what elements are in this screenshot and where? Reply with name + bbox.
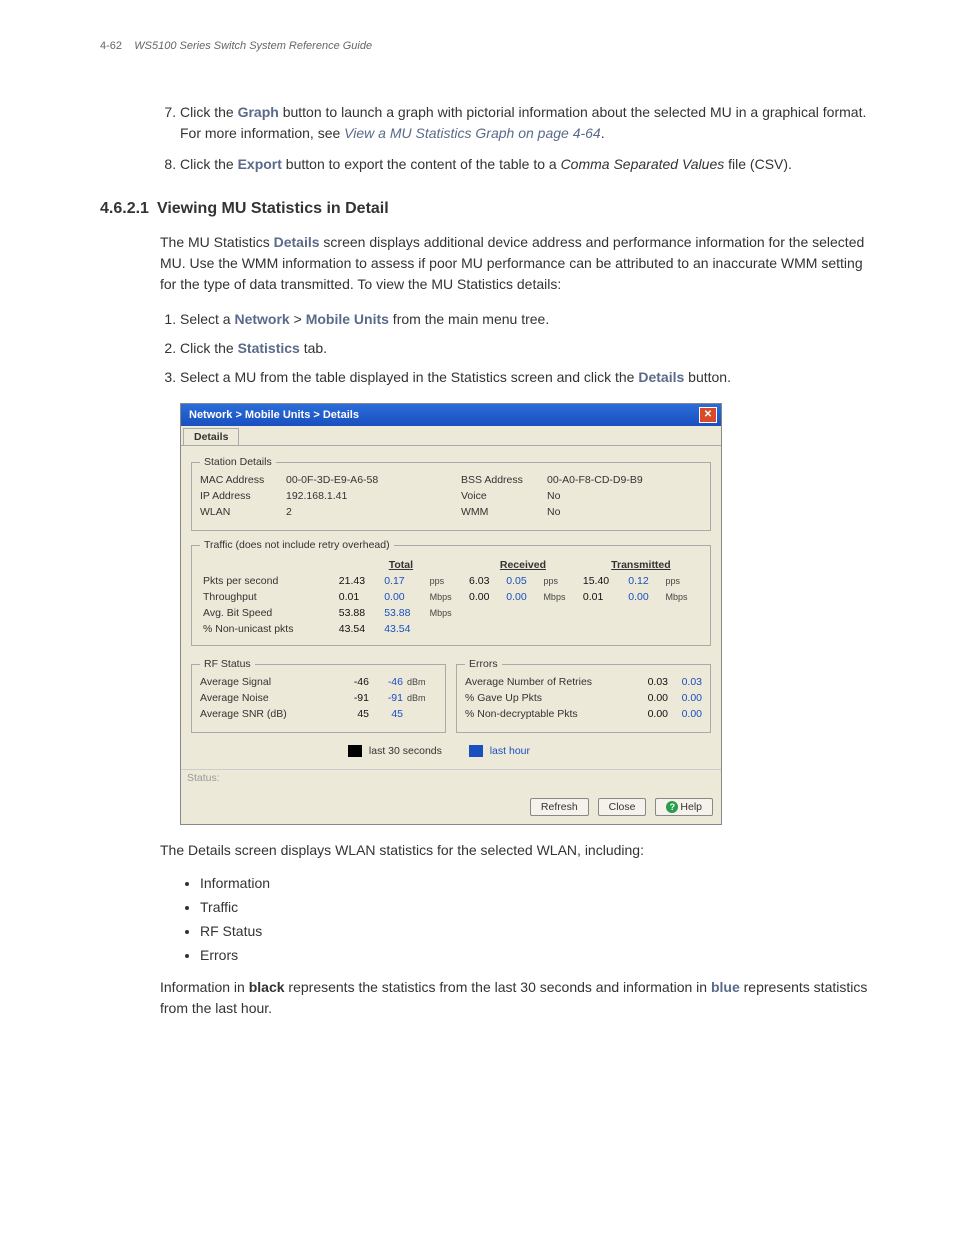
- table-row: % Non-unicast pkts 43.5443.54: [200, 621, 702, 637]
- black-swatch-icon: [348, 745, 362, 757]
- step-8: Click the Export button to export the co…: [180, 154, 874, 175]
- substeps: Select a Network > Mobile Units from the…: [160, 309, 874, 388]
- page-number: 4-62: [100, 40, 122, 52]
- graph-term: Graph: [238, 104, 279, 120]
- panel: Station Details MAC Address00-0F-3D-E9-A…: [181, 445, 721, 769]
- errors-legend: Errors: [465, 658, 502, 670]
- csv-italic: Comma Separated Values: [561, 156, 725, 172]
- graph-link[interactable]: View a MU Statistics Graph on page 4-64: [344, 125, 601, 141]
- substep-3: Select a MU from the table displayed in …: [180, 367, 874, 388]
- rf-status-fieldset: RF Status Average Signal-46-46dBm Averag…: [191, 658, 446, 733]
- traffic-legend: Traffic (does not include retry overhead…: [200, 539, 394, 551]
- details-term: Details: [274, 234, 320, 250]
- table-row: Avg. Bit Speed 53.8853.88Mbps: [200, 605, 702, 621]
- station-details-fieldset: Station Details MAC Address00-0F-3D-E9-A…: [191, 456, 711, 531]
- legend-row: last 30 seconds last hour: [191, 741, 711, 763]
- top-steps: Click the Graph button to launch a graph…: [160, 102, 874, 175]
- tab-details[interactable]: Details: [183, 428, 239, 445]
- refresh-button[interactable]: Refresh: [530, 798, 589, 816]
- legend-30s: last 30 seconds: [369, 745, 442, 757]
- table-row: Pkts per second 21.430.17pps 6.030.05pps…: [200, 573, 702, 589]
- tab-row: Details: [181, 426, 721, 445]
- table-row: Throughput 0.010.00Mbps 0.000.00Mbps 0.0…: [200, 589, 702, 605]
- errors-fieldset: Errors Average Number of Retries0.030.03…: [456, 658, 711, 733]
- page-header: 4-62 WS5100 Series Switch System Referen…: [100, 40, 874, 52]
- list-item: RF Status: [200, 923, 874, 939]
- window-title: Network > Mobile Units > Details: [189, 409, 359, 421]
- black-term: black: [249, 979, 285, 995]
- details-window: Network > Mobile Units > Details ✕ Detai…: [180, 403, 722, 825]
- button-row: Refresh Close ?Help: [181, 794, 721, 824]
- blue-term: blue: [711, 979, 740, 995]
- titlebar: Network > Mobile Units > Details ✕: [181, 404, 721, 426]
- traffic-fieldset: Traffic (does not include retry overhead…: [191, 539, 711, 646]
- book-title: WS5100 Series Switch System Reference Gu…: [134, 40, 372, 52]
- close-button[interactable]: Close: [598, 798, 647, 816]
- substep-1: Select a Network > Mobile Units from the…: [180, 309, 874, 330]
- list-item: Traffic: [200, 899, 874, 915]
- help-button[interactable]: ?Help: [655, 798, 713, 816]
- help-icon: ?: [666, 801, 678, 813]
- status-label: Status:: [181, 769, 721, 794]
- legend-hour: last hour: [490, 745, 530, 757]
- list-item: Information: [200, 875, 874, 891]
- after-paragraph-1: The Details screen displays WLAN statist…: [160, 840, 874, 861]
- export-term: Export: [238, 156, 282, 172]
- traffic-table: Total Received Transmitted Pkts per seco…: [200, 557, 702, 637]
- station-legend: Station Details: [200, 456, 276, 468]
- blue-swatch-icon: [469, 745, 483, 757]
- list-item: Errors: [200, 947, 874, 963]
- station-left-col: MAC Address00-0F-3D-E9-A6-58 IP Address1…: [200, 474, 441, 522]
- station-right-col: BSS Address00-A0-F8-CD-D9-B9 VoiceNo WMM…: [461, 474, 702, 522]
- substep-2: Click the Statistics tab.: [180, 338, 874, 359]
- close-icon[interactable]: ✕: [699, 407, 717, 423]
- step-7: Click the Graph button to launch a graph…: [180, 102, 874, 144]
- section-heading: 4.6.2.1Viewing MU Statistics in Detail: [100, 200, 874, 218]
- bullets-list: Information Traffic RF Status Errors: [180, 875, 874, 963]
- intro-paragraph: The MU Statistics Details screen display…: [160, 232, 874, 295]
- after-paragraph-2: Information in black represents the stat…: [160, 977, 874, 1019]
- rf-legend: RF Status: [200, 658, 255, 670]
